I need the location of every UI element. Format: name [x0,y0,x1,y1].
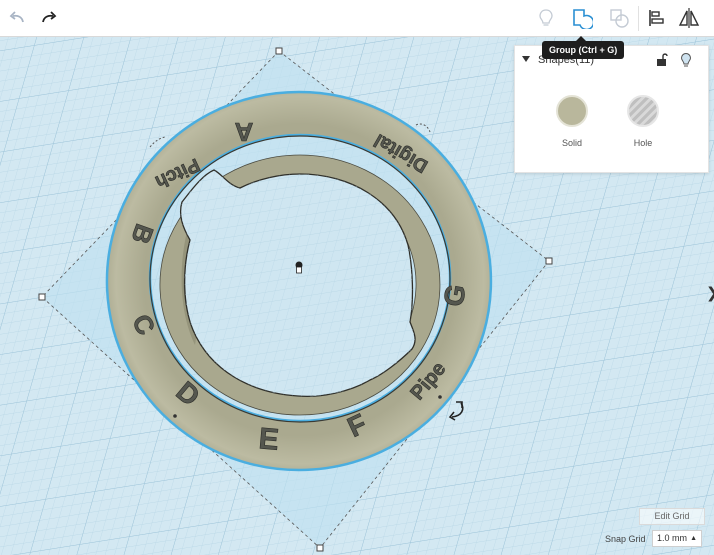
ring-label-a: A [234,117,253,147]
panel-expand-chevron[interactable]: ❯ [706,286,714,301]
snap-grid-select[interactable]: 1.0 mm ▲ [652,530,702,547]
group-icon [573,9,593,29]
resize-handle-bottom[interactable] [316,544,324,552]
lightbulb-icon[interactable] [678,52,694,68]
select-arrow-icon: ▲ [690,535,697,542]
undo-arrow-icon [9,11,24,23]
edit-grid-button[interactable]: Edit Grid [639,508,705,525]
undo-button[interactable] [3,4,31,32]
mirror-button[interactable] [675,4,703,32]
lightbulb-icon [539,9,553,26]
show-all-button[interactable] [532,4,560,32]
top-toolbar [0,0,714,37]
snap-grid-value: 1.0 mm [657,533,688,543]
align-button[interactable] [642,4,670,32]
edge-handle-dot[interactable] [173,414,177,418]
shape-inspector-panel: Shapes(11) Solid Hole [514,45,709,173]
solid-swatch[interactable] [556,95,588,127]
group-button[interactable] [568,4,596,32]
solid-label: Solid [561,138,582,148]
hole-label: Hole [633,138,653,148]
hole-swatch[interactable] [627,95,659,127]
align-icon [649,10,664,26]
ungroup-icon [610,9,629,28]
unlock-icon[interactable] [654,52,670,68]
ring-label-e: E [257,422,280,457]
snap-grid-label: Snap Grid [605,534,646,544]
redo-button[interactable] [35,4,63,32]
center-opening-grid [180,170,416,397]
lift-handle[interactable] [295,261,303,274]
toolbar-divider [638,6,639,31]
ungroup-button[interactable] [605,4,633,32]
mirror-icon [678,8,700,28]
resize-handle-right[interactable] [545,257,553,265]
resize-handle-left[interactable] [38,293,46,301]
caret-down-icon[interactable] [522,56,530,62]
resize-handle-top[interactable] [275,47,283,55]
edge-handle-dot[interactable] [438,395,442,399]
group-tooltip: Group (Ctrl + G) [542,36,625,59]
redo-arrow-icon [42,11,57,23]
